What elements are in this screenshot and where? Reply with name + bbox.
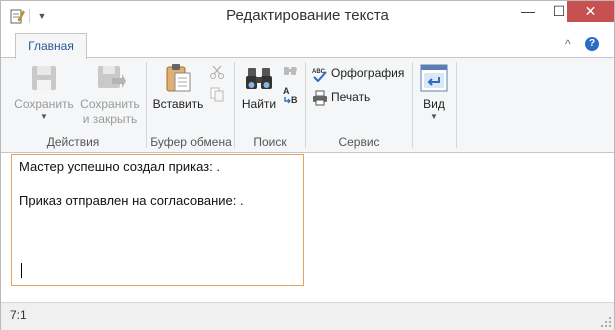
- print-button[interactable]: Печать: [312, 87, 370, 107]
- find-label: Найти: [241, 97, 277, 111]
- editor-line-1: Мастер успешно создал приказ: .: [19, 159, 220, 174]
- save-button[interactable]: Сохранить ▼: [11, 62, 77, 122]
- group-clipboard: Вставить Буфер обмена: [147, 58, 235, 152]
- tab-home[interactable]: Главная: [15, 33, 87, 59]
- svg-text:a: a: [294, 67, 298, 73]
- group-label-search: Поиск: [253, 135, 287, 149]
- save-dropdown-icon: ▼: [40, 112, 48, 121]
- help-icon[interactable]: ?: [585, 37, 599, 51]
- paste-label: Вставить: [152, 97, 204, 111]
- group-search: Найти a A B Поиск: [235, 58, 305, 152]
- printer-icon: [313, 90, 327, 106]
- replace-icon[interactable]: A B: [282, 86, 300, 104]
- editor-line-2: Приказ отправлен на согласование: .: [19, 193, 244, 208]
- view-window-icon: [420, 64, 448, 92]
- group-service: ABC Орфография Печать Сервис: [306, 58, 412, 152]
- minimize-button[interactable]: —: [513, 1, 543, 22]
- copy-icon[interactable]: [209, 86, 225, 102]
- save-and-close-button[interactable]: Сохранить и закрыть: [77, 62, 143, 127]
- text-cursor: [21, 263, 22, 278]
- group-label-clipboard: Буфер обмена: [150, 135, 232, 149]
- app-window: ▼ Редактирование текста — ☐ ✕ Главная ^ …: [0, 0, 615, 330]
- ribbon-collapse-icon[interactable]: ^: [565, 37, 571, 51]
- clipboard-paste-icon: [166, 64, 191, 92]
- status-bar: 7:1: [1, 302, 614, 330]
- view-label: Вид: [423, 97, 445, 111]
- spellcheck-icon: ABC: [312, 69, 327, 82]
- text-editor[interactable]: Мастер успешно создал приказ: . Приказ о…: [11, 154, 304, 286]
- svg-text:B: B: [291, 95, 298, 104]
- spelling-label: Орфография: [331, 66, 405, 80]
- save-close-label-1: Сохранить: [80, 97, 140, 111]
- print-label: Печать: [331, 90, 371, 104]
- find-next-icon[interactable]: a: [282, 64, 300, 80]
- cut-icon[interactable]: [209, 64, 225, 80]
- ribbon-tab-row: Главная ^ ?: [1, 32, 614, 59]
- cursor-position: 7:1: [10, 308, 27, 322]
- group-actions: Сохранить ▼ Сохранить и закрыть Действия: [1, 58, 145, 152]
- save-label: Сохранить: [14, 97, 74, 111]
- view-dropdown-icon: ▼: [430, 112, 438, 121]
- group-view: Вид ▼: [413, 58, 455, 152]
- save-close-label-2: и закрыть: [82, 112, 138, 126]
- title-bar: ▼ Редактирование текста — ☐ ✕: [1, 1, 614, 32]
- ribbon: Сохранить ▼ Сохранить и закрыть Действия: [1, 57, 614, 153]
- group-label-service: Сервис: [338, 135, 380, 149]
- save-close-icon: [98, 66, 126, 88]
- svg-text:A: A: [283, 86, 290, 96]
- close-button[interactable]: ✕: [567, 1, 614, 22]
- resize-grip-icon[interactable]: [601, 317, 611, 327]
- paste-button[interactable]: Вставить: [149, 62, 207, 112]
- find-button[interactable]: Найти: [239, 62, 279, 112]
- view-button[interactable]: Вид ▼: [417, 62, 451, 122]
- spelling-button[interactable]: ABC Орфография: [312, 63, 404, 83]
- group-label-actions: Действия: [46, 135, 100, 149]
- binoculars-icon: [246, 68, 272, 89]
- floppy-disk-icon: [32, 66, 56, 90]
- group-separator: [456, 62, 457, 148]
